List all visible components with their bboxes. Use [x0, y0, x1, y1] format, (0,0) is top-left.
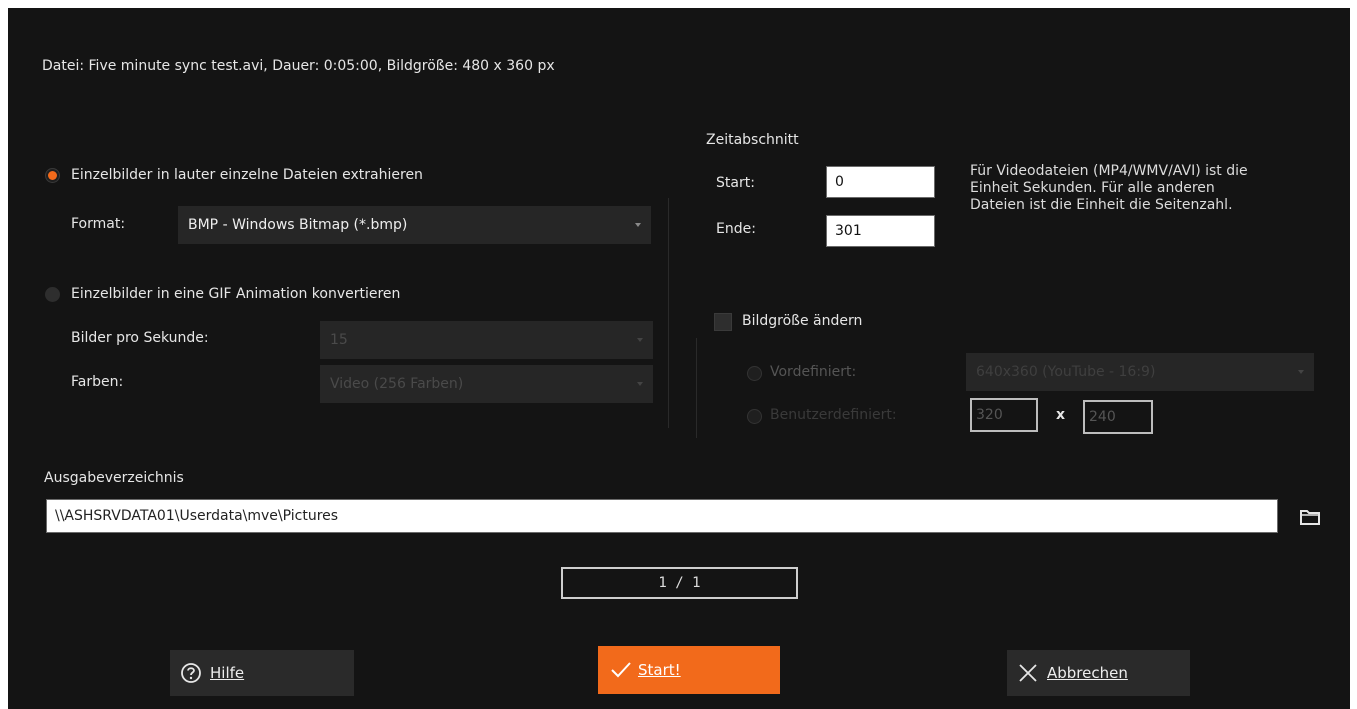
folder-icon	[1300, 510, 1320, 525]
progress-indicator: 1 / 1	[561, 567, 798, 599]
fps-select-value: 15	[330, 332, 348, 348]
fps-select[interactable]: 15	[320, 321, 653, 359]
chevron-down-icon	[637, 382, 643, 386]
time-range-title: Zeitabschnitt	[706, 132, 799, 148]
extract-single-files-label[interactable]: Einzelbilder in lauter einzelne Dateien …	[71, 167, 423, 183]
end-label: Ende:	[716, 221, 756, 237]
format-label: Format:	[71, 216, 126, 232]
resize-checkbox[interactable]	[714, 313, 732, 331]
start-button-label: Start!	[638, 661, 681, 679]
colors-select[interactable]: Video (256 Farben)	[320, 365, 653, 403]
browse-folder-button[interactable]	[1290, 502, 1330, 532]
format-select-value: BMP - Windows Bitmap (*.bmp)	[188, 217, 408, 233]
time-range-info: Für Videodateien (MP4/WMV/AVI) ist die E…	[970, 163, 1248, 213]
colors-label: Farben:	[71, 374, 124, 390]
custom-width-input[interactable]: 320	[970, 398, 1038, 432]
custom-size-radio[interactable]	[747, 409, 762, 424]
custom-size-label[interactable]: Benutzerdefiniert:	[770, 407, 897, 423]
end-input[interactable]: 301	[826, 215, 935, 247]
output-path-input[interactable]: \\ASHSRVDATA01\Userdata\mve\Pictures	[46, 499, 1278, 533]
chevron-down-icon	[637, 338, 643, 342]
start-label: Start:	[716, 175, 755, 191]
help-button-label: Hilfe	[210, 664, 245, 682]
predefined-size-select[interactable]: 640x360 (YouTube - 16:9)	[966, 353, 1314, 391]
frame-extraction-dialog: Datei: Five minute sync test.avi, Dauer:…	[8, 8, 1350, 709]
predefined-size-label[interactable]: Vordefiniert:	[770, 364, 856, 380]
extract-single-files-radio[interactable]	[45, 168, 60, 183]
resize-label[interactable]: Bildgröße ändern	[742, 313, 862, 329]
close-icon	[1019, 664, 1037, 682]
format-select[interactable]: BMP - Windows Bitmap (*.bmp)	[178, 206, 651, 244]
start-input[interactable]: 0	[826, 166, 935, 198]
column-divider	[668, 198, 669, 428]
fps-label: Bilder pro Sekunde:	[71, 330, 209, 346]
checkmark-icon	[611, 662, 631, 678]
predefined-size-value: 640x360 (YouTube - 16:9)	[976, 364, 1156, 380]
chevron-down-icon	[635, 223, 641, 227]
gif-animation-radio[interactable]	[45, 287, 60, 302]
colors-select-value: Video (256 Farben)	[330, 376, 464, 392]
output-directory-label: Ausgabeverzeichnis	[44, 470, 184, 486]
file-info-text: Datei: Five minute sync test.avi, Dauer:…	[42, 58, 555, 74]
size-separator: x	[1056, 407, 1066, 423]
start-button[interactable]: Start!	[598, 646, 780, 694]
custom-height-input[interactable]: 240	[1083, 400, 1153, 434]
chevron-down-icon	[1298, 370, 1304, 374]
gif-animation-label[interactable]: Einzelbilder in eine GIF Animation konve…	[71, 286, 400, 302]
help-icon	[181, 663, 201, 683]
cancel-button-label: Abbrechen	[1047, 664, 1128, 682]
predefined-size-radio[interactable]	[747, 366, 762, 381]
help-button[interactable]: Hilfe	[170, 650, 354, 696]
resize-divider	[696, 338, 697, 438]
cancel-button[interactable]: Abbrechen	[1007, 650, 1190, 696]
